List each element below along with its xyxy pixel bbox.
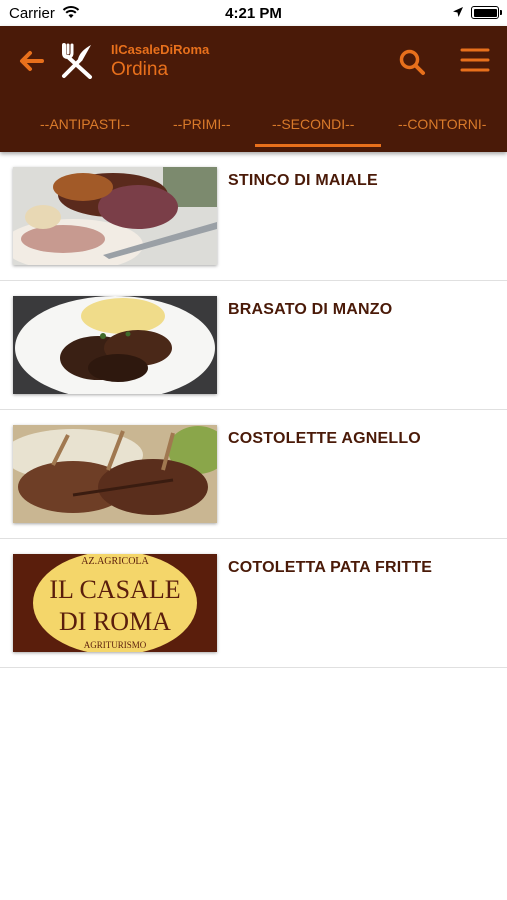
logo-line-2: DI ROMA [59, 607, 171, 636]
tab-primi[interactable]: --PRIMI-- [173, 116, 231, 132]
list-item[interactable]: BRASATO DI MANZO [0, 281, 507, 410]
dish-name: STINCO DI MAIALE [228, 172, 378, 189]
dish-name: COTOLETTA PATA FRITTE [228, 559, 433, 576]
dish-name: BRASATO DI MANZO [228, 301, 393, 318]
dish-image [13, 425, 217, 523]
list-item[interactable]: STINCO DI MAIALE [0, 152, 507, 281]
dish-list: STINCO DI MAIALE BRASATO DI MANZO COSTOL… [0, 152, 507, 668]
hamburger-menu-icon[interactable] [460, 46, 490, 74]
selected-tab-indicator [255, 144, 381, 147]
category-tabs: --ANTIPASTI-- --PRIMI-- --SECONDI-- --CO… [0, 112, 507, 152]
tab-contorni[interactable]: --CONTORNI- [398, 116, 486, 132]
app-name: IlCasaleDiRoma [111, 42, 210, 57]
list-item[interactable]: COSTOLETTE AGNELLO [0, 410, 507, 539]
logo-top-text: AZ.AGRICOLA [81, 556, 149, 567]
status-bar: Carrier 4:21 PM [0, 0, 507, 26]
search-icon[interactable] [398, 48, 426, 76]
logo-bottom-text: AGRITURISMO [84, 640, 147, 650]
logo-line-1: IL CASALE [49, 575, 180, 604]
page-title: Ordina [111, 59, 169, 80]
app-header: IlCasaleDiRoma Ordina --ANTIPASTI-- --PR… [0, 26, 507, 152]
fork-knife-icon [62, 43, 92, 79]
location-arrow-icon [453, 7, 463, 17]
status-time: 4:21 PM [225, 5, 282, 22]
arrow-left-icon[interactable] [16, 46, 46, 76]
list-item[interactable]: AZ.AGRICOLA IL CASALE DI ROMA AGRITURISM… [0, 539, 507, 668]
dish-name: COSTOLETTE AGNELLO [228, 430, 421, 447]
battery-icon [471, 6, 502, 19]
tab-secondi[interactable]: --SECONDI-- [272, 116, 354, 132]
restaurant-logo-image: AZ.AGRICOLA IL CASALE DI ROMA AGRITURISM… [13, 554, 217, 652]
tab-antipasti[interactable]: --ANTIPASTI-- [40, 116, 130, 132]
dish-image [13, 167, 217, 265]
dish-image [13, 296, 217, 394]
